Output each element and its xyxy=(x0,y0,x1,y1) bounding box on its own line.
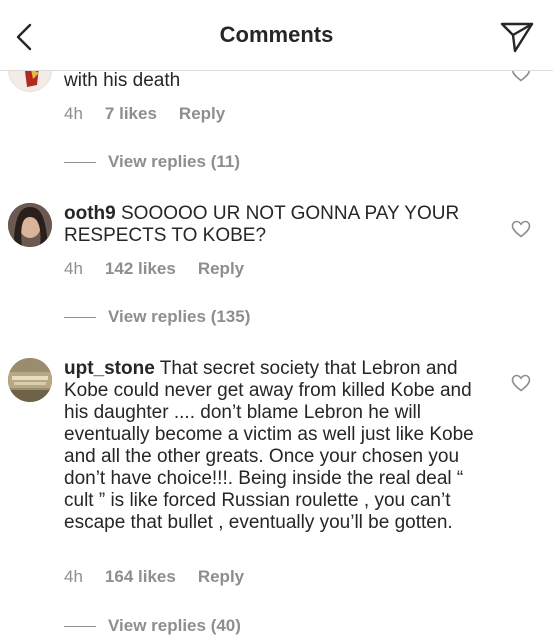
comment-likes[interactable]: 164 likes xyxy=(105,567,176,587)
avatar-image xyxy=(8,358,52,402)
comment-body: That secret society that Lebron and Kobe… xyxy=(64,358,474,533)
comment-username[interactable]: ooth9 xyxy=(64,203,116,224)
comment-username[interactable]: upt_stone xyxy=(64,358,155,379)
view-replies-label: View replies (40) xyxy=(108,616,241,635)
comment-time: 4h xyxy=(64,104,83,123)
avatar[interactable] xyxy=(8,203,52,247)
view-replies-label: View replies (11) xyxy=(108,152,240,171)
comment-time: 4h xyxy=(64,259,83,278)
comment-text: upt_stone That secret society that Lebro… xyxy=(64,358,494,534)
reply-button[interactable]: Reply xyxy=(179,104,225,124)
view-replies-button[interactable]: View replies (40) xyxy=(64,616,241,636)
paper-plane-icon[interactable] xyxy=(499,20,535,54)
comment-meta: 4h 7 likes Reply xyxy=(64,104,225,124)
reply-button[interactable]: Reply xyxy=(198,259,244,279)
comment-body: with his death xyxy=(64,70,181,91)
view-replies-button[interactable]: View replies (11) xyxy=(64,152,240,172)
header-bar: Comments xyxy=(0,0,553,71)
page-title: Comments xyxy=(219,22,334,47)
comment-likes[interactable]: 7 likes xyxy=(105,104,157,124)
comment-likes[interactable]: 142 likes xyxy=(105,259,176,279)
comment-time: 4h xyxy=(64,567,83,586)
view-replies-label: View replies (135) xyxy=(108,307,251,326)
heart-icon[interactable] xyxy=(511,374,531,392)
divider-line xyxy=(64,162,96,164)
divider-line xyxy=(64,626,96,628)
avatar[interactable] xyxy=(8,358,52,402)
comment-text: with his death xyxy=(64,70,494,92)
comment-body: SOOOOO UR NOT GONNA PAY YOUR RESPECTS TO… xyxy=(64,203,460,246)
view-replies-button[interactable]: View replies (135) xyxy=(64,307,250,327)
divider-line xyxy=(64,317,96,319)
avatar-image xyxy=(8,203,52,247)
reply-button[interactable]: Reply xyxy=(198,567,244,587)
heart-icon[interactable] xyxy=(511,220,531,238)
comment-text: ooth9 SOOOOO UR NOT GONNA PAY YOUR RESPE… xyxy=(64,203,494,247)
comment-meta: 4h 164 likes Reply xyxy=(64,567,244,587)
comment-meta: 4h 142 likes Reply xyxy=(64,259,244,279)
